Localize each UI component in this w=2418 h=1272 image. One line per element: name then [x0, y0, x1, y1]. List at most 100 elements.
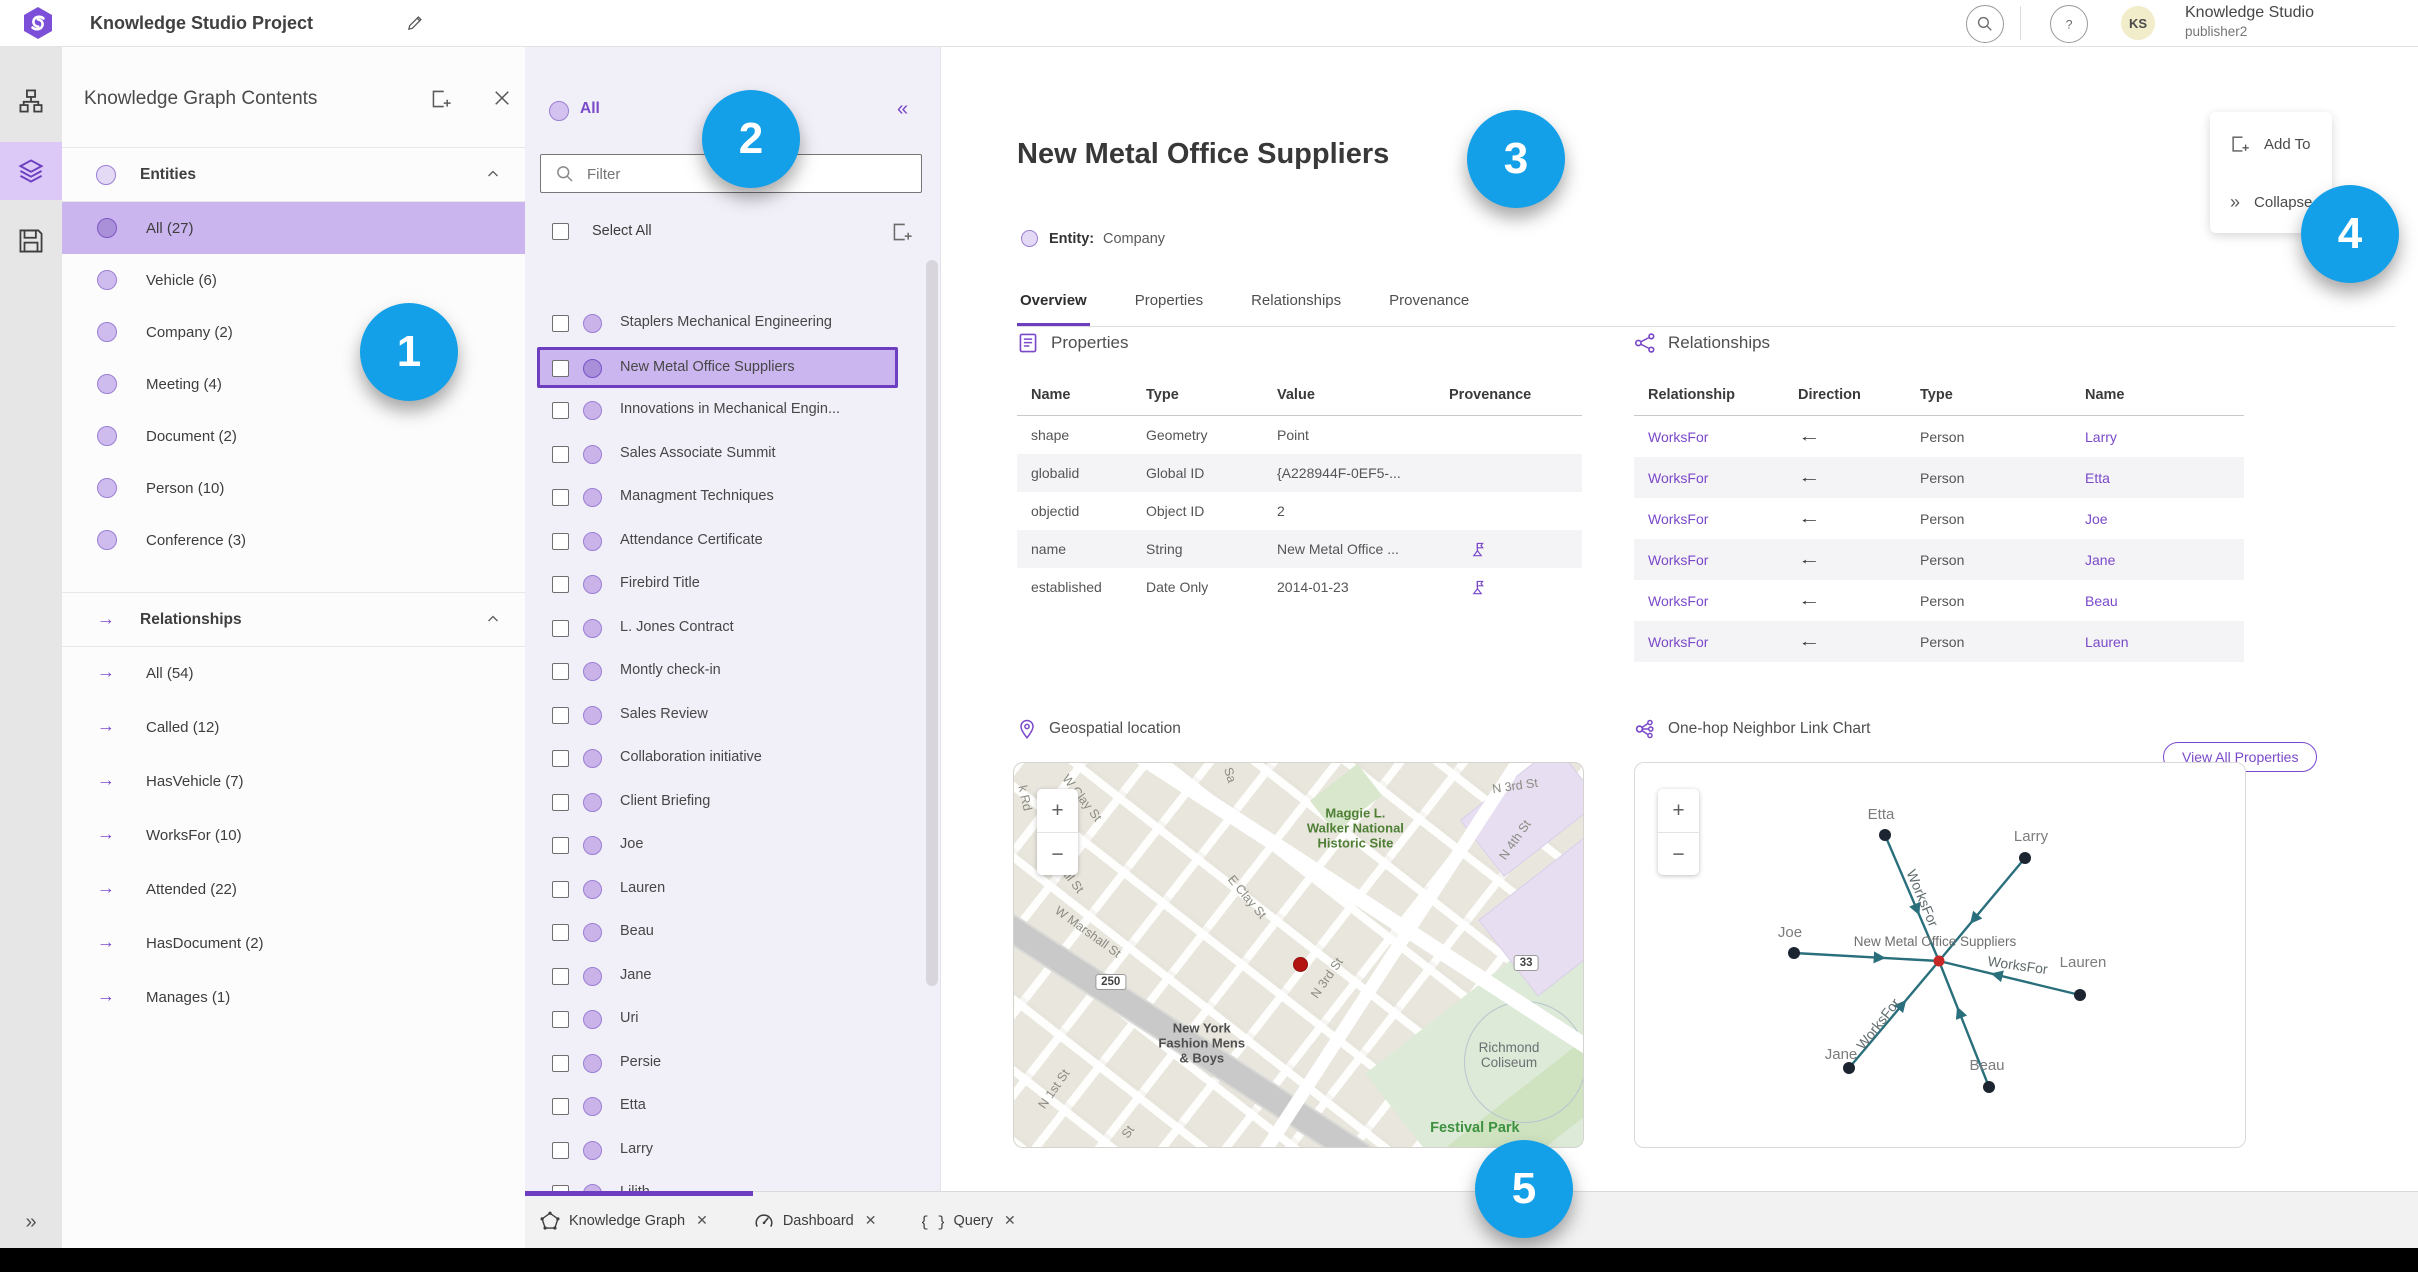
list-item[interactable]: Persie [525, 1042, 940, 1086]
list-item[interactable]: New Metal Office Suppliers [537, 346, 898, 388]
list-item[interactable]: Innovations in Mechanical Engin... [525, 389, 940, 433]
bottom-tab-dashboard[interactable]: Dashboard ✕ [754, 1211, 877, 1231]
item-checkbox[interactable] [552, 1098, 569, 1115]
item-checkbox[interactable] [552, 576, 569, 593]
list-item[interactable]: Collaboration initiative [525, 737, 940, 781]
add-to-selection-icon[interactable] [891, 221, 913, 243]
item-checkbox[interactable] [552, 1011, 569, 1028]
item-checkbox[interactable] [552, 1054, 569, 1072]
relationships-section-header[interactable]: → Relationships [62, 592, 525, 647]
graph-node[interactable] [1879, 829, 1891, 841]
chevron-up-icon[interactable] [485, 611, 501, 627]
relationship-type-link[interactable]: WorksFor [1634, 593, 1798, 609]
sidebar-entity-item[interactable]: Conference (3) [62, 514, 525, 566]
related-entity-link[interactable]: Beau [2085, 593, 2244, 609]
close-panel-icon[interactable] [492, 88, 512, 108]
list-item[interactable]: Montly check-in [525, 650, 940, 694]
list-item[interactable]: Uri [525, 998, 940, 1042]
item-checkbox[interactable] [552, 793, 569, 811]
graph-node[interactable] [2074, 989, 2086, 1001]
bottom-tab-knowledge-graph[interactable]: Knowledge Graph ✕ [540, 1211, 708, 1231]
related-entity-link[interactable]: Etta [2085, 470, 2244, 486]
sidebar-relationship-item[interactable]: → Manages (1) [62, 970, 525, 1024]
entities-section-header[interactable]: Entities [62, 147, 525, 202]
list-item[interactable]: Firebird Title [525, 563, 940, 607]
add-to-menu-item[interactable]: Add To [2210, 124, 2332, 164]
sidebar-entity-item[interactable]: Document (2) [62, 410, 525, 462]
item-checkbox[interactable] [552, 837, 569, 854]
item-checkbox[interactable] [552, 967, 569, 985]
bottom-tab-query[interactable]: { } Query ✕ [922, 1211, 1015, 1231]
sidebar-entity-item[interactable]: All (27) [62, 202, 525, 254]
graph-node[interactable] [1788, 947, 1800, 959]
item-checkbox[interactable] [552, 880, 569, 898]
graph-node[interactable] [1843, 1062, 1855, 1074]
related-entity-link[interactable]: Jane [2085, 552, 2244, 568]
relationship-type-link[interactable]: WorksFor [1634, 634, 1798, 650]
item-checkbox[interactable] [552, 619, 569, 637]
filter-group-label[interactable]: All [580, 100, 600, 118]
related-entity-link[interactable]: Larry [2085, 429, 2244, 445]
graph-node[interactable] [1983, 1081, 1995, 1093]
relationship-type-link[interactable]: WorksFor [1634, 511, 1798, 527]
expand-rail-icon[interactable]: » [0, 1211, 62, 1234]
list-item[interactable]: Etta [525, 1085, 940, 1129]
list-scrollbar[interactable] [926, 260, 938, 986]
tab-provenance[interactable]: Provenance [1386, 292, 1472, 326]
close-tab-icon[interactable]: ✕ [865, 1212, 877, 1229]
zoom-in-button[interactable]: + [1658, 789, 1699, 832]
provenance-flag-icon[interactable] [1471, 579, 1488, 596]
help-button[interactable]: ? [2050, 5, 2088, 43]
schema-tool-button[interactable] [0, 72, 62, 130]
list-item[interactable]: Staplers Mechanical Engineering [525, 302, 940, 346]
item-checkbox[interactable] [552, 359, 569, 377]
related-entity-link[interactable]: Joe [2085, 511, 2244, 527]
list-item[interactable]: Joe [525, 824, 940, 868]
list-item[interactable]: Managment Techniques [525, 476, 940, 520]
add-layer-icon[interactable] [430, 88, 452, 110]
close-tab-icon[interactable]: ✕ [696, 1212, 708, 1229]
chevron-up-icon[interactable] [485, 166, 501, 182]
zoom-out-button[interactable]: − [1037, 832, 1078, 876]
tab-properties[interactable]: Properties [1132, 292, 1206, 326]
list-item[interactable]: Sales Associate Summit [525, 433, 940, 477]
zoom-in-button[interactable]: + [1037, 789, 1078, 832]
tab-overview[interactable]: Overview [1017, 292, 1090, 326]
save-tool-button[interactable] [0, 212, 62, 270]
provenance-flag-icon[interactable] [1471, 541, 1488, 558]
tab-relationships[interactable]: Relationships [1248, 292, 1344, 326]
sidebar-relationship-item[interactable]: → Called (12) [62, 700, 525, 754]
relationship-type-link[interactable]: WorksFor [1634, 429, 1798, 445]
item-checkbox[interactable] [552, 706, 569, 724]
item-checkbox[interactable] [552, 663, 569, 680]
item-checkbox[interactable] [552, 402, 569, 419]
sidebar-relationship-item[interactable]: → HasVehicle (7) [62, 754, 525, 808]
list-item[interactable]: Lauren [525, 868, 940, 912]
item-checkbox[interactable] [552, 445, 569, 463]
geospatial-map[interactable]: k RdW Clay StSaN 3rd StN 4th Starshall S… [1013, 762, 1584, 1148]
list-item[interactable]: L. Jones Contract [525, 607, 940, 651]
edit-title-icon[interactable] [406, 14, 424, 32]
relationship-type-link[interactable]: WorksFor [1634, 552, 1798, 568]
select-all-checkbox[interactable] [552, 223, 569, 240]
sidebar-entity-item[interactable]: Person (10) [62, 462, 525, 514]
list-item[interactable]: Attendance Certificate [525, 520, 940, 564]
item-checkbox[interactable] [552, 750, 569, 767]
close-tab-icon[interactable]: ✕ [1004, 1212, 1016, 1229]
search-button[interactable] [1966, 5, 2004, 43]
list-item[interactable]: Jane [525, 955, 940, 999]
sidebar-entity-item[interactable]: Vehicle (6) [62, 254, 525, 306]
item-checkbox[interactable] [552, 924, 569, 941]
item-checkbox[interactable] [552, 532, 569, 550]
collapse-panel-icon[interactable]: « [897, 98, 908, 121]
sidebar-relationship-item[interactable]: → HasDocument (2) [62, 916, 525, 970]
graph-node[interactable] [2019, 852, 2031, 864]
sidebar-relationship-item[interactable]: → WorksFor (10) [62, 808, 525, 862]
list-item[interactable]: Beau [525, 911, 940, 955]
list-item[interactable]: Larry [525, 1129, 940, 1173]
center-node[interactable] [1933, 955, 1945, 967]
list-item[interactable]: Sales Review [525, 694, 940, 738]
related-entity-link[interactable]: Lauren [2085, 634, 2244, 650]
item-checkbox[interactable] [552, 1141, 569, 1159]
sidebar-relationship-item[interactable]: → Attended (22) [62, 862, 525, 916]
